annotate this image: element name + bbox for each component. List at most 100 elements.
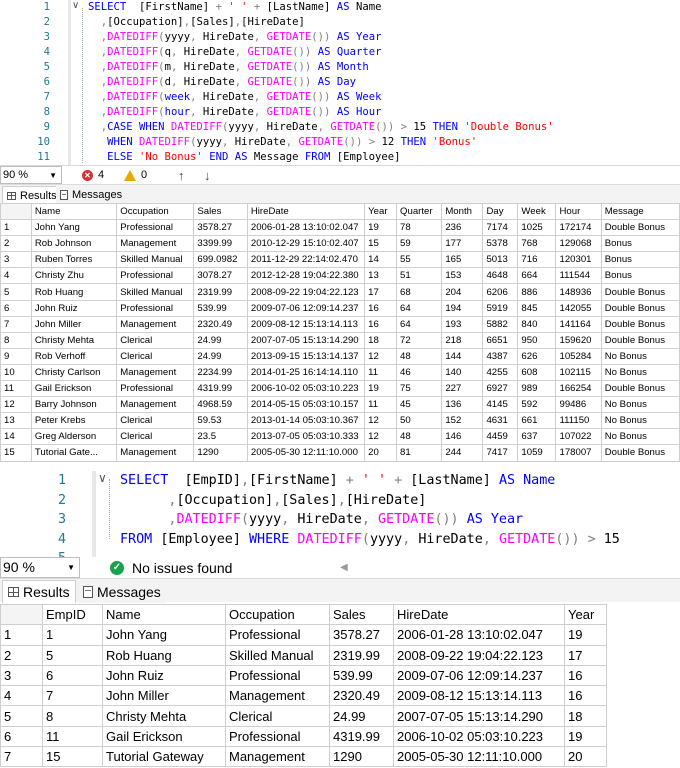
table-cell[interactable]: 3078.27 <box>193 267 248 285</box>
table-cell[interactable]: Management <box>116 315 195 333</box>
table-cell[interactable]: 1290 <box>329 746 394 768</box>
table-cell[interactable]: 2008-09-22 19:04:22.123 <box>393 644 565 666</box>
column-header[interactable]: Occupation <box>225 603 330 626</box>
table-cell[interactable]: 2005-05-30 12:11:10.000 <box>393 746 565 768</box>
table-cell[interactable]: 15 <box>364 235 398 253</box>
table-cell[interactable]: 2011-12-29 22:14:02.470 <box>246 251 366 269</box>
table-cell[interactable]: 2013-09-15 15:13:14.137 <box>246 347 366 365</box>
table-cell[interactable]: 81 <box>396 444 443 462</box>
row-number[interactable]: 2 <box>0 644 43 666</box>
row-number[interactable]: 10 <box>0 363 32 382</box>
table-cell[interactable]: 18 <box>364 331 398 349</box>
table-cell[interactable]: 4319.99 <box>329 725 394 748</box>
row-number[interactable]: 3 <box>0 251 32 269</box>
results-grid-1[interactable]: Name Occupation Sales HireDate Year Quarter Mo… <box>0 202 680 462</box>
table-cell[interactable]: 111150 <box>555 412 602 430</box>
previous-issue-button[interactable]: ↑ <box>178 166 185 184</box>
table-cell[interactable]: 2013-07-05 05:03:10.333 <box>246 428 366 446</box>
table-cell[interactable]: 2009-07-06 12:09:14.237 <box>393 664 565 687</box>
column-header[interactable]: Week <box>517 202 557 221</box>
table-cell[interactable]: 592 <box>517 396 557 414</box>
code-line[interactable]: 7 ,DATEDIFF(week, HireDate, GETDATE()) A… <box>0 90 680 105</box>
table-cell[interactable]: 46 <box>396 363 443 382</box>
table-cell[interactable]: No Bonus <box>600 347 680 365</box>
table-cell[interactable]: 24.99 <box>193 347 248 365</box>
table-cell[interactable]: 4968.59 <box>193 396 248 414</box>
column-header[interactable]: Quarter <box>396 202 443 221</box>
table-cell[interactable]: 3578.27 <box>329 624 394 646</box>
tab-messages[interactable]: Messages <box>56 186 127 204</box>
row-number[interactable]: 3 <box>0 664 43 687</box>
table-row[interactable]: 6 John Ruiz Professional 539.99 2009-07-06 1… <box>0 299 680 317</box>
table-cell[interactable]: Skilled Manual <box>116 283 195 301</box>
table-cell[interactable]: 20 <box>564 746 607 768</box>
table-cell[interactable]: 11 <box>364 363 398 382</box>
row-number[interactable]: 4 <box>0 685 43 707</box>
column-header[interactable]: HireDate <box>393 603 565 626</box>
table-cell[interactable]: John Yang <box>30 219 118 237</box>
table-cell[interactable]: Bonus <box>600 235 680 253</box>
table-cell[interactable]: Greg Alderson <box>30 428 118 446</box>
table-cell[interactable]: 2009-08-12 15:13:14.113 <box>393 685 565 707</box>
table-cell[interactable]: 2007-07-05 15:13:14.290 <box>393 705 565 727</box>
table-row[interactable]: 3 6 John Ruiz Professional 539.99 2009-07-06 … <box>0 664 607 687</box>
table-cell[interactable]: 2009-07-06 12:09:14.237 <box>246 299 366 317</box>
table-cell[interactable]: Double Bonus <box>600 219 680 237</box>
table-cell[interactable]: Christy Mehta <box>30 331 118 349</box>
table-cell[interactable]: 950 <box>517 331 557 349</box>
table-cell[interactable]: Professional <box>116 267 195 285</box>
table-cell[interactable]: Christy Carlson <box>30 363 118 382</box>
column-header[interactable]: Message <box>600 202 680 221</box>
scroll-left-button[interactable]: ◀ <box>340 557 348 578</box>
table-row[interactable]: 5 8 Christy Mehta Clerical 24.99 2007-07-05 1… <box>0 705 607 727</box>
row-number[interactable]: 11 <box>0 380 32 398</box>
table-cell[interactable]: 626 <box>517 347 557 365</box>
table-cell[interactable]: John Ruiz <box>102 664 226 687</box>
table-cell[interactable]: 2320.49 <box>329 685 394 707</box>
table-cell[interactable]: Bonus <box>600 251 680 269</box>
table-cell[interactable]: No Bonus <box>600 396 680 414</box>
table-cell[interactable]: Clerical <box>225 705 330 727</box>
table-cell[interactable]: 664 <box>517 267 557 285</box>
table-cell[interactable]: 6927 <box>482 380 519 398</box>
code-line[interactable]: 1 SELECT [FirstName] + ' ' + [LastName] A… <box>0 0 680 15</box>
row-number[interactable]: 9 <box>0 347 32 365</box>
column-header[interactable]: Sales <box>193 202 248 221</box>
code-line[interactable]: 8 ,DATEDIFF(hour, HireDate, GETDATE()) A… <box>0 105 680 120</box>
table-cell[interactable]: 2006-10-02 05:03:10.223 <box>246 380 366 398</box>
table-cell[interactable]: 16 <box>564 685 607 707</box>
table-cell[interactable]: 11 <box>42 725 103 748</box>
table-cell[interactable]: 19 <box>364 219 398 237</box>
table-cell[interactable]: 661 <box>517 412 557 430</box>
table-cell[interactable]: No Bonus <box>600 412 680 430</box>
table-cell[interactable]: John Miller <box>30 315 118 333</box>
code-line[interactable]: 3 ,DATEDIFF(yyyy, HireDate, GETDATE()) A… <box>0 30 680 45</box>
table-cell[interactable]: Double Bonus <box>600 380 680 398</box>
row-number[interactable]: 5 <box>0 283 32 301</box>
table-cell[interactable]: 2008-09-22 19:04:22.123 <box>246 283 366 301</box>
table-cell[interactable]: 637 <box>517 428 557 446</box>
table-cell[interactable]: Professional <box>116 380 195 398</box>
table-cell[interactable]: 141164 <box>555 315 602 333</box>
table-cell[interactable]: Double Bonus <box>600 283 680 301</box>
table-cell[interactable]: 17 <box>564 644 607 666</box>
table-cell[interactable]: 218 <box>441 331 484 349</box>
row-number[interactable]: 6 <box>0 725 43 748</box>
table-row[interactable]: 13 Peter Krebs Clerical 59.53 2013-01-14 05:… <box>0 412 680 430</box>
table-row[interactable]: 12 Barry Johnson Management 4968.59 2014-05-… <box>0 396 680 414</box>
table-row[interactable]: 9 Rob Verhoff Clerical 24.99 2013-09-15 15:1… <box>0 347 680 365</box>
table-cell[interactable]: John Ruiz <box>30 299 118 317</box>
table-cell[interactable]: 177 <box>441 235 484 253</box>
table-cell[interactable]: Ruben Torres <box>30 251 118 269</box>
table-cell[interactable]: 12 <box>364 347 398 365</box>
table-cell[interactable]: 2006-01-28 13:10:02.047 <box>246 219 366 237</box>
code-line[interactable]: 10 WHEN DATEDIFF(yyyy, HireDate, GETDATE… <box>0 135 680 150</box>
table-cell[interactable]: 5882 <box>482 315 519 333</box>
table-cell[interactable]: 2005-05-30 12:11:10.000 <box>246 444 366 462</box>
table-cell[interactable]: Gail Erickson <box>30 380 118 398</box>
table-cell[interactable]: 153 <box>441 267 484 285</box>
table-cell[interactable]: 140 <box>441 363 484 382</box>
table-row[interactable]: 4 Christy Zhu Professional 3078.27 2012-12-2… <box>0 267 680 285</box>
table-cell[interactable]: 12 <box>364 428 398 446</box>
table-cell[interactable]: Tutorial Gateway <box>102 746 226 768</box>
